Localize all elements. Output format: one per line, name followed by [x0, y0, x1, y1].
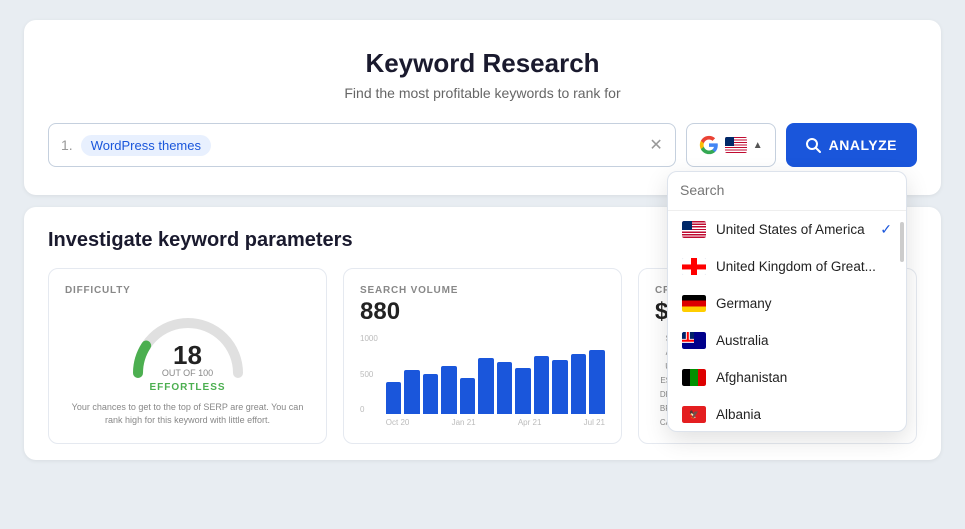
bar-8 — [515, 368, 531, 414]
page-subtitle: Find the most profitable keywords to ran… — [48, 85, 917, 101]
analyze-button[interactable]: ANALYZE — [786, 123, 917, 167]
flag-de-small — [682, 295, 706, 312]
google-icon — [699, 135, 719, 155]
bar-5 — [460, 378, 476, 414]
y-axis: 1000 500 0 — [360, 334, 382, 414]
search-volume-value: 880 — [360, 298, 605, 326]
dropdown-item-af[interactable]: Afghanistan — [668, 359, 906, 396]
flag-af-small — [682, 369, 706, 386]
x-label-4: Jul 21 — [584, 418, 605, 427]
scrollbar-indicator[interactable] — [900, 222, 904, 262]
flag-gb-small — [682, 258, 706, 275]
dropdown-item-au[interactable]: Australia — [668, 322, 906, 359]
search-volume-label: SEARCH VOLUME — [360, 285, 605, 296]
y-label-0: 0 — [360, 405, 378, 414]
country-select-button[interactable]: ▲ — [686, 123, 776, 167]
dropdown-item-gb[interactable]: United Kingdom of Great... — [668, 248, 906, 285]
bar-chart — [386, 334, 605, 414]
difficulty-rating: EFFORTLESS — [149, 382, 225, 393]
bar-3 — [423, 374, 439, 414]
y-label-1000: 1000 — [360, 334, 378, 343]
flag-us-small — [682, 221, 706, 238]
bar-2 — [404, 370, 420, 414]
page-title: Keyword Research — [48, 48, 917, 79]
search-icon — [806, 138, 821, 153]
difficulty-label: DIFFICULTY — [65, 285, 310, 296]
clear-icon[interactable]: ✕ — [649, 135, 662, 155]
gauge-svg: 18 OUT OF 100 — [128, 308, 248, 378]
search-row: 1. WordPress themes ✕ ▲ — [48, 123, 917, 167]
difficulty-value: 18 — [162, 342, 213, 368]
x-label-1: Oct 20 — [386, 418, 410, 427]
country-dropdown: United States of America ✓ United Kingdo… — [667, 171, 907, 432]
dropdown-item-de[interactable]: Germany — [668, 285, 906, 322]
gauge-container: 18 OUT OF 100 EFFORTLESS Your chances to… — [65, 308, 310, 426]
flag-al-small: 🦅 — [682, 406, 706, 423]
x-label-2: Jan 21 — [452, 418, 476, 427]
keyword-input[interactable] — [219, 137, 641, 153]
us-flag-icon — [725, 137, 747, 153]
bar-4 — [441, 366, 457, 414]
search-volume-card: SEARCH VOLUME 880 1000 500 0 — [343, 268, 622, 444]
bar-12 — [589, 350, 605, 414]
bar-7 — [497, 362, 513, 414]
country-us-label: United States of America — [716, 222, 870, 237]
bar-1 — [386, 382, 402, 414]
chevron-up-icon: ▲ — [753, 140, 763, 151]
dropdown-search-input[interactable] — [680, 182, 894, 198]
country-de-label: Germany — [716, 296, 892, 311]
bar-chart-area: Oct 20 Jan 21 Apr 21 Jul 21 — [386, 334, 605, 427]
dropdown-search-wrapper[interactable] — [668, 172, 906, 211]
country-al-label: Albania — [716, 407, 892, 422]
bar-9 — [534, 356, 550, 414]
difficulty-out-of: OUT OF 100 — [162, 368, 213, 378]
country-af-label: Afghanistan — [716, 370, 892, 385]
bar-11 — [571, 354, 587, 414]
bar-10 — [552, 360, 568, 414]
country-au-label: Australia — [716, 333, 892, 348]
input-number: 1. — [61, 137, 73, 153]
flag-au-small — [682, 332, 706, 349]
x-label-3: Apr 21 — [518, 418, 542, 427]
keyword-research-card: Keyword Research Find the most profitabl… — [24, 20, 941, 195]
keyword-tag: WordPress themes — [81, 135, 211, 156]
selected-check-icon: ✓ — [880, 221, 892, 238]
x-axis: Oct 20 Jan 21 Apr 21 Jul 21 — [386, 418, 605, 427]
bar-6 — [478, 358, 494, 414]
difficulty-description: Your chances to get to the top of SERP a… — [65, 401, 310, 426]
chart-area: 1000 500 0 — [360, 334, 605, 427]
dropdown-item-al[interactable]: 🦅 Albania — [668, 396, 906, 431]
country-gb-label: United Kingdom of Great... — [716, 259, 892, 274]
dropdown-list[interactable]: United States of America ✓ United Kingdo… — [668, 211, 906, 431]
gauge-number: 18 OUT OF 100 — [162, 342, 213, 378]
difficulty-card: DIFFICULTY 18 OUT OF 100 EFFORTLESS Your… — [48, 268, 327, 444]
keyword-input-wrapper[interactable]: 1. WordPress themes ✕ — [48, 123, 676, 167]
y-label-500: 500 — [360, 370, 378, 379]
analyze-label: ANALYZE — [829, 137, 897, 153]
dropdown-item-us[interactable]: United States of America ✓ — [668, 211, 906, 248]
